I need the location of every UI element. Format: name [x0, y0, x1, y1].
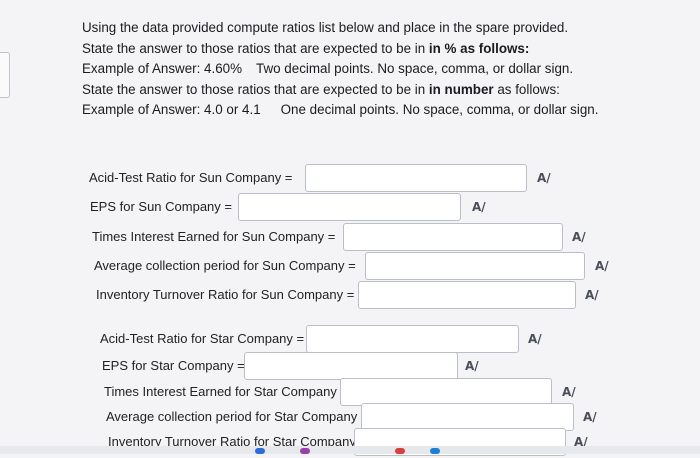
spell-check-icon[interactable]: A/	[572, 230, 586, 244]
spell-check-icon[interactable]: A/	[537, 171, 551, 185]
sun-times-interest-input[interactable]	[343, 223, 563, 251]
field-label: Average collection period for Star Compa…	[106, 409, 369, 424]
spell-check-icon[interactable]: A/	[528, 332, 542, 346]
instructions-block: Using the data provided compute ratios l…	[82, 18, 682, 121]
star-avg-collection-input[interactable]	[361, 403, 574, 431]
instruction-line: Example of Answer: 4.60% Two decimal poin…	[82, 59, 682, 80]
field-label: Acid-Test Ratio for Star Company =	[100, 331, 305, 346]
sun-inventory-turnover-input[interactable]	[358, 281, 576, 309]
star-eps-input[interactable]	[244, 352, 458, 380]
taskbar-edge	[0, 446, 700, 454]
sun-eps-row: EPS for Sun Company = A/	[90, 193, 510, 223]
sun-eps-input[interactable]	[238, 193, 461, 221]
spell-check-icon[interactable]: A/	[465, 359, 479, 373]
field-label: EPS for Star Company =	[102, 358, 245, 373]
field-label: Average collection period for Sun Compan…	[94, 258, 356, 273]
instruction-line: Example of Answer: 4.0 or 4.1 One decimal…	[82, 100, 682, 121]
instruction-line: State the answer to those ratios that ar…	[82, 39, 682, 60]
instruction-text: One decimal points. No space, comma, or …	[280, 102, 599, 117]
sun-acid-test-input[interactable]	[305, 164, 527, 192]
instruction-text: Example of Answer: 4.0 or 4.1	[82, 102, 261, 117]
field-label: Acid-Test Ratio for Sun Company =	[89, 170, 293, 185]
star-acid-test-row: Acid-Test Ratio for Star Company = A/	[100, 325, 550, 355]
taskbar-icon	[430, 448, 440, 454]
instruction-text: as follows:	[493, 81, 560, 97]
instruction-line: Using the data provided compute ratios l…	[82, 20, 569, 35]
instruction-emphasis: number	[444, 81, 494, 97]
instruction-emphasis: in	[428, 81, 445, 97]
star-times-interest-input[interactable]	[340, 378, 552, 406]
taskbar-icon	[395, 448, 405, 454]
instruction-text: State the answer to those ratios that ar…	[82, 40, 429, 56]
star-acid-test-input[interactable]	[306, 325, 519, 353]
taskbar-icon	[255, 448, 265, 454]
instruction-text: Two decimal points. No space, comma, or …	[256, 61, 574, 76]
instruction-emphasis: % as follows:	[444, 40, 530, 56]
field-label: Times Interest Earned for Sun Company =	[92, 229, 336, 244]
field-label: Inventory Turnover Ratio for Sun Company…	[96, 287, 355, 302]
side-panel-tab[interactable]	[0, 52, 10, 98]
sun-acid-test-row: Acid-Test Ratio for Sun Company = A/	[89, 164, 569, 194]
sun-inventory-turnover-row: Inventory Turnover Ratio for Sun Company…	[96, 281, 611, 311]
instruction-line: State the answer to those ratios that ar…	[82, 80, 682, 101]
sun-times-interest-row: Times Interest Earned for Sun Company = …	[92, 223, 602, 253]
instruction-text: Example of Answer: 4.60%	[82, 61, 243, 76]
instruction-emphasis: in	[428, 40, 445, 56]
spell-check-icon[interactable]: A/	[562, 385, 576, 399]
spell-check-icon[interactable]: A/	[472, 200, 486, 214]
field-label: Times Interest Earned for Star Company =	[104, 384, 349, 399]
instruction-text: State the answer to those ratios that ar…	[82, 81, 429, 97]
spell-check-icon[interactable]: A/	[585, 288, 599, 302]
spell-check-icon[interactable]: A/	[595, 259, 609, 273]
taskbar-icon	[300, 448, 310, 454]
spell-check-icon[interactable]: A/	[583, 410, 597, 424]
field-label: EPS for Sun Company =	[90, 199, 232, 214]
sun-avg-collection-input[interactable]	[365, 252, 585, 280]
sun-avg-collection-row: Average collection period for Sun Compan…	[94, 252, 614, 282]
